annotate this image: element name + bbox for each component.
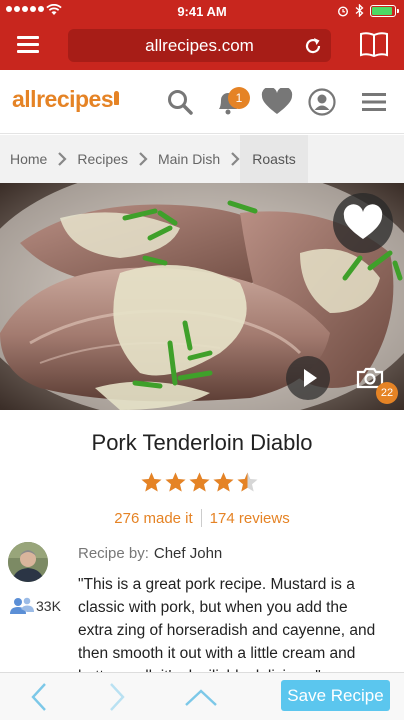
save-favorite-button[interactable]	[333, 193, 393, 253]
alarm-icon	[337, 5, 349, 17]
followers-value: 33K	[36, 598, 61, 614]
chevron-right-icon	[139, 152, 148, 166]
breadcrumb-roasts[interactable]: Roasts	[240, 135, 308, 183]
status-bar: 9:41 AM	[0, 0, 404, 22]
breadcrumb-recipes[interactable]: Recipes	[67, 135, 138, 183]
made-it-count[interactable]: 276 made it	[114, 510, 192, 527]
site-header: allrecipes	[0, 70, 404, 134]
followers-count[interactable]: 33K	[10, 597, 61, 615]
avatar[interactable]	[8, 542, 48, 582]
counts-divider	[200, 509, 202, 527]
play-icon	[304, 369, 317, 387]
url-bar[interactable]: allrecipes.com	[68, 29, 331, 62]
recipe-description: "This is a great pork recipe. Mustard is…	[78, 576, 376, 675]
breadcrumb-main-dish[interactable]: Main Dish	[148, 135, 230, 183]
star-icon	[189, 472, 210, 492]
recipe-counts: 276 made it 174 reviews	[0, 509, 404, 527]
forward-icon[interactable]	[106, 681, 128, 713]
heart-icon	[343, 204, 383, 239]
play-video-button[interactable]	[286, 356, 330, 400]
hamburger-icon[interactable]	[17, 36, 39, 54]
back-icon[interactable]	[28, 681, 50, 713]
save-recipe-button[interactable]: Save Recipe	[281, 680, 390, 711]
battery-fill	[372, 6, 392, 15]
breadcrumb: Home Recipes Main Dish Roasts	[0, 135, 404, 183]
spoon-icon	[114, 91, 120, 105]
rating-stars[interactable]	[140, 471, 259, 494]
user-icon[interactable]	[308, 88, 336, 116]
bluetooth-icon	[355, 4, 364, 17]
reviews-count[interactable]: 174 reviews	[210, 510, 290, 527]
reload-icon[interactable]	[303, 36, 323, 56]
star-icon	[213, 472, 234, 492]
followers-icon	[10, 597, 34, 614]
byline-label: Recipe by:	[78, 545, 149, 562]
recipe-title: Pork Tenderloin Diablo	[91, 430, 313, 455]
url-text: allrecipes.com	[145, 35, 254, 55]
notification-badge[interactable]: 1	[228, 87, 250, 109]
status-right	[337, 4, 399, 17]
photo-count-badge[interactable]: 22	[376, 382, 398, 404]
chef-john-avatar-image	[8, 542, 48, 582]
share-icon[interactable]	[184, 681, 218, 713]
chevron-right-icon	[58, 152, 67, 166]
star-icon	[237, 472, 258, 492]
battery-icon	[370, 4, 399, 17]
bookmarks-icon[interactable]	[359, 31, 389, 57]
logo-text: allrecipes	[12, 86, 114, 112]
browser-chrome: 9:41 AM allrecipes.com	[0, 0, 404, 70]
chevron-right-icon	[231, 152, 240, 166]
search-icon[interactable]	[166, 88, 194, 116]
star-icon	[165, 472, 186, 492]
breadcrumb-home[interactable]: Home	[0, 135, 57, 183]
allrecipes-logo[interactable]: allrecipes	[12, 86, 120, 113]
menu-icon[interactable]	[361, 88, 387, 116]
author-link[interactable]: Chef John	[154, 545, 222, 562]
recipe-byline: Recipe by: Chef John	[78, 545, 222, 562]
star-icon	[141, 472, 162, 492]
heart-icon[interactable]	[261, 88, 293, 116]
url-row: allrecipes.com	[0, 26, 404, 66]
